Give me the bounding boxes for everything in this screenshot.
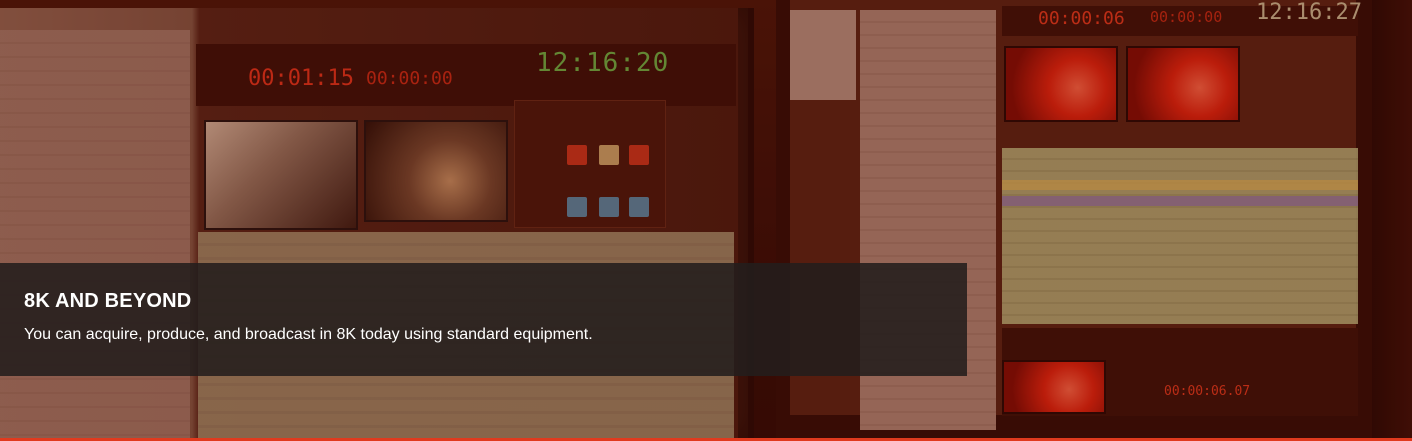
caption-box: 8K AND BEYOND You can acquire, produce, … xyxy=(0,263,967,376)
cue-button xyxy=(599,145,619,165)
video-program-right xyxy=(1126,46,1240,122)
file-list-panel xyxy=(0,30,190,441)
clock-display-right: 12:16:27 xyxy=(1256,0,1362,25)
video-preview xyxy=(204,120,358,230)
playlist-grid-right xyxy=(1002,148,1358,324)
item-time-display: 00:00:00 xyxy=(366,68,453,89)
slide-title: 8K AND BEYOND xyxy=(24,290,192,312)
del-button xyxy=(629,145,649,165)
mini-preview xyxy=(1002,360,1106,414)
control-panel xyxy=(514,100,666,228)
playlist-selected-row xyxy=(1002,196,1358,206)
folder-tree xyxy=(790,10,856,100)
slide-description: You can acquire, produce, and broadcast … xyxy=(24,326,593,343)
clock-display: 12:16:20 xyxy=(536,48,670,78)
monitor-stand xyxy=(1372,0,1412,441)
countdown-display: 00:01:15 xyxy=(248,66,354,91)
hero-banner: 00:01:15 00:00:00 12:16:20 00:00:06 00:0… xyxy=(0,0,1412,441)
countdown-display-right: 00:00:06 xyxy=(1038,8,1125,29)
video-program xyxy=(364,120,508,222)
item-time-display-right: 00:00:00 xyxy=(1150,8,1223,26)
on-air-button xyxy=(567,145,587,165)
bottom-counter: 00:00:06.07 xyxy=(1164,384,1251,399)
jump-button xyxy=(567,197,587,217)
skip-button xyxy=(599,197,619,217)
playlist-highlight-row xyxy=(1002,180,1358,190)
video-preview-right xyxy=(1004,46,1118,122)
stop-button xyxy=(629,197,649,217)
